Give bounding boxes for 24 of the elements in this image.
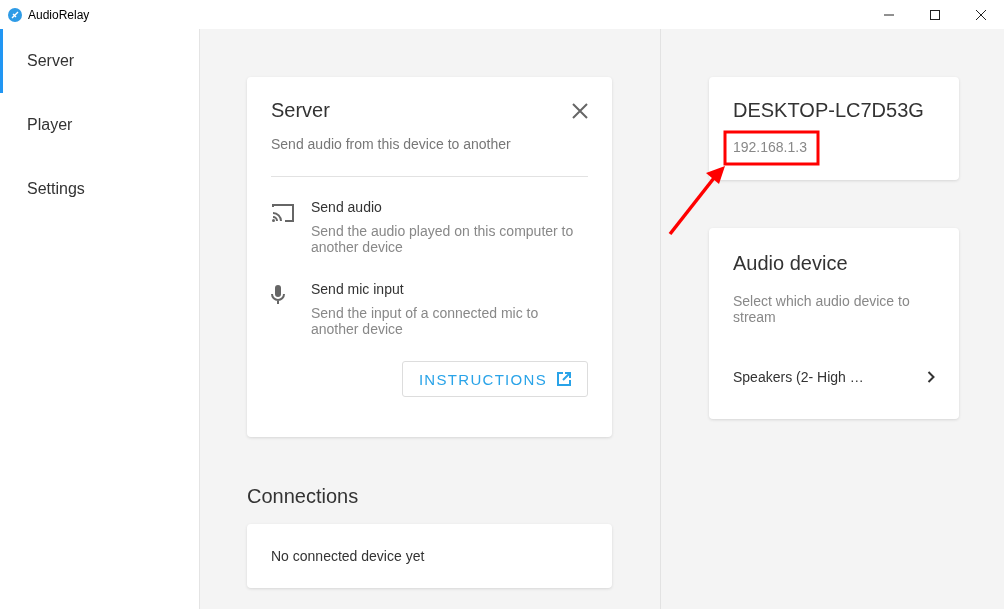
option-title: Send mic input xyxy=(311,281,405,297)
cast-icon xyxy=(271,203,295,223)
external-link-icon xyxy=(557,372,571,386)
card-subtitle: Send audio from this device to another xyxy=(271,136,512,152)
microphone-icon xyxy=(271,285,285,305)
option-description: Send the audio played on this computer to another device xyxy=(311,223,575,255)
close-icon xyxy=(976,9,986,20)
device-selector[interactable]: Speakers (2- High … xyxy=(733,369,935,385)
option-description: Send the input of a connected mic to another device xyxy=(311,305,540,337)
sidebar-item[interactable]: Settings xyxy=(0,157,199,221)
card-title: Audio device xyxy=(733,252,849,275)
window-title: AudioRelay xyxy=(28,7,90,22)
card-title: Server xyxy=(271,99,330,122)
empty-message: No connected device yet xyxy=(271,548,425,564)
option-title: Send audio xyxy=(311,199,383,215)
sidebar-item[interactable]: Player xyxy=(0,93,199,157)
close-button[interactable] xyxy=(572,102,588,119)
card-description: Select which audio device to stream xyxy=(733,293,911,325)
device-name: DESKTOP-LC7D53G xyxy=(733,99,925,122)
app-logo-icon xyxy=(8,7,22,22)
chevron-right-icon xyxy=(927,371,935,383)
ip-address: 192.168.1.3 xyxy=(733,139,808,155)
maximize-icon xyxy=(930,9,940,20)
section-title: Connections xyxy=(247,485,360,508)
